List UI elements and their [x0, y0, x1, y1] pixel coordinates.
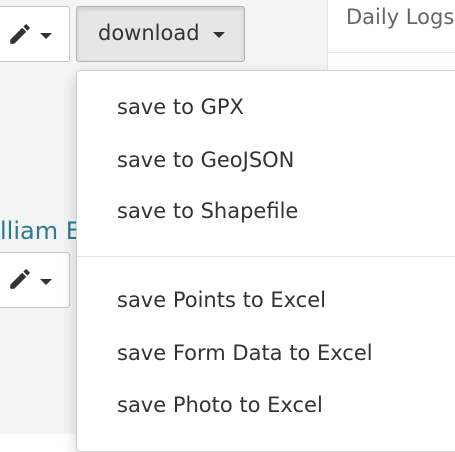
user-name-link[interactable]: lliam E: [0, 217, 81, 245]
menu-divider: [77, 256, 455, 257]
pencil-icon: [10, 269, 30, 289]
row-edit-button[interactable]: [0, 252, 70, 308]
menu-item-save-shapefile[interactable]: save to Shapefile: [117, 199, 298, 223]
edit-button[interactable]: [0, 6, 70, 62]
menu-item-save-geojson[interactable]: save to GeoJSON: [117, 148, 294, 172]
daily-logs-tab[interactable]: Daily Logs: [346, 5, 454, 29]
caret-down-icon: [213, 32, 225, 38]
caret-down-icon: [40, 33, 52, 39]
menu-item-save-gpx[interactable]: save to GPX: [117, 95, 244, 119]
menu-item-save-points-excel[interactable]: save Points to Excel: [117, 288, 326, 312]
pencil-icon: [10, 24, 30, 44]
daily-logs-header: Daily Logs: [328, 0, 455, 53]
menu-item-save-photo-excel[interactable]: save Photo to Excel: [117, 393, 323, 417]
caret-down-icon: [40, 279, 52, 285]
download-button[interactable]: download: [76, 6, 245, 62]
download-button-label: download: [98, 21, 200, 45]
menu-item-save-form-data-excel[interactable]: save Form Data to Excel: [117, 341, 373, 365]
download-dropdown-menu: save to GPX save to GeoJSON save to Shap…: [76, 70, 455, 452]
